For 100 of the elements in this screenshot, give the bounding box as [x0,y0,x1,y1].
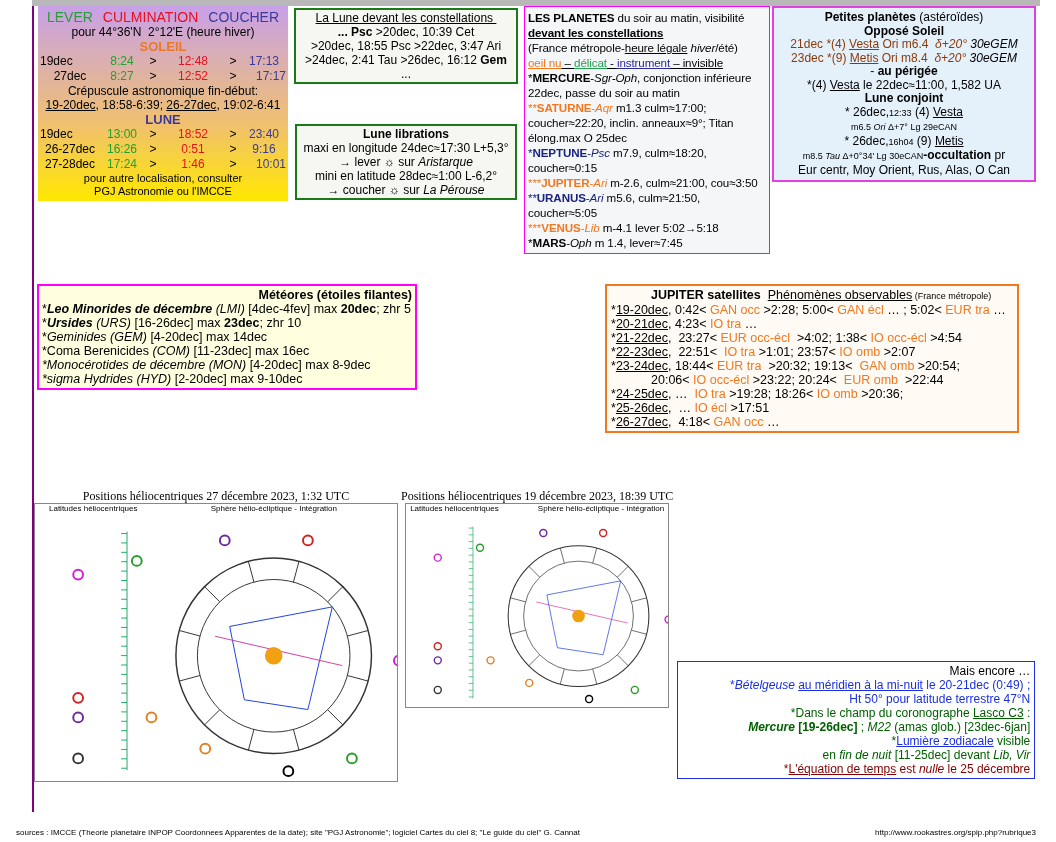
meteor-line: *Leo Minorides de décembre (LMI) [4dec-4fev] max 20dec; zhr 5 [42,302,412,316]
info-line: Lune librations [362,127,450,141]
panel-label: Latitudes héliocentriques [49,504,138,514]
info-line: >20dec, 18:55 Psc >22dec, 3:47 Ari [309,39,503,53]
event-line: 20:06< IO occ-écl >23:22; 20:24< EUR omb >22:44 [650,373,945,387]
time-cell-text: > [148,69,158,84]
event-line: JUPITER satellites Phénomènes observables (France métropole) [650,288,993,303]
time-cell-text: 26-27dec [43,142,96,157]
time-cell-text: 17:24 [106,157,138,172]
info-line: * 26dec,12:33 (4) Vesta [844,105,964,120]
time-cell-text: > [148,142,158,157]
event-line: *25-26dec, … IO écl >17:51 [611,401,771,415]
info-line: m6.5 Ori Δ+7° Lg 29eCAN [850,121,958,134]
time-cell-text: 12:48 [177,54,209,69]
time-cell-text: 8:27 [109,69,135,84]
time-cell-text: > [228,157,238,172]
time-cell-text: 13:00 [106,127,138,142]
time-cell-text: 12:52 [177,69,209,84]
sources-text: sources : IMCCE (Theorie planetaire INPOP Coordonnees Apparentes de la date); site "PGJ Astronomie"; logiciel Cartes du ciel 8; "Le guide du ciel" G. Cannat [16,828,580,837]
twilight-times: 19-20dec, 18:58-6:39; 26-27dec, 19:02-6:41 [44,98,282,112]
time-cell-text: 17:17 [254,69,286,84]
location-text: pour 44°36'N 2°12'E (heure hiver) [70,25,256,39]
event-line: *22-23dec, 22:51< IO tra >1:01; 23:57< IO omb >2:07 [611,345,917,359]
time-cell-text: 0:51 [180,142,206,157]
column-header: COUCHER [208,9,280,25]
info-line: La Lune devant les constellations [314,11,495,25]
meteor-line: *sigma Hydrides (HYD) [2-20dec] max 9-10dec [42,372,304,386]
info-line: 23dec *(9) Metis Ori m8.4 δ+20° 30eGEM [790,51,1018,65]
time-cell-text: 19dec [40,54,74,69]
panel-label: Latitudes héliocentriques [410,504,499,514]
section-title: SOLEIL [138,39,188,54]
time-cell-text: 27-28dec [43,157,96,172]
column-header: LEVER [46,9,93,25]
info-line: *(4) Vesta le 22dec≈11:00, 1,582 UA [806,78,1002,92]
info-line: - au périgée [869,65,939,79]
info-line: ... Psc >20dec, 10:39 Cet [336,25,476,39]
column-header: CULMINATION [102,9,199,25]
planet-line: *MARS-Oph m 1.4, lever≈7:45 [528,235,684,250]
time-cell-text: 8:24 [109,54,135,69]
time-cell-text: > [228,69,238,84]
info-line: 21dec *(4) Vesta Ori m6.4 δ+20° 30eGEM [789,38,1019,52]
info-line: >24dec, 2:41 Tau >26dec, 16:12 Gem ... [304,53,508,81]
time-cell-text: > [228,127,238,142]
info-line: Eur centr, Moy Orient, Rus, Alas, O Can [796,163,1012,177]
info-line: * 26dec,16h04 (9) Metis [843,134,965,149]
note-line: Ht 50° pour latitude terrestre 47°N [848,692,1031,706]
panel-title: Météores (étoiles filantes) [257,288,412,302]
time-cell-text: > [228,54,238,69]
time-cell-text: > [148,54,158,69]
note-text: pour autre localisation, consulter [82,172,244,185]
note-line: *Dans le champ du coronographe Lasco C3 : [789,706,1031,720]
planet-line: devant les constellations [528,25,665,40]
time-cell-text: 10:01 [254,157,286,172]
event-line: *21-22dec, 23:27< EUR occ-écl >4:02; 1:38< IO occ-écl >4:54 [611,331,963,345]
time-cell-text: 19dec [40,127,74,142]
meteor-line: *Coma Berenicides (COM) [11-23dec] max 16ec [42,344,311,358]
section-title: LUNE [144,112,182,127]
info-line: Lune conjoint [863,92,945,106]
chart-title: Positions héliocentriques 19 décembre 2023, 18:39 UTC [401,489,674,503]
time-cell-text: 17:13 [248,54,280,69]
info-line: maxi en longitude 24dec≈17:30 L+5,3° [302,141,510,155]
info-line: Petites planètes (astéroïdes) [823,11,985,25]
event-line: *20-21dec, 4:23< IO tra … [611,317,759,331]
note-line: Mercure [19-26dec] ; M22 (amas glob.) [23dec-6jan] [747,720,1031,734]
planet-line: ***JUPITER-Ari m-2.6, culm≈21:00, cou≈3:50 [528,175,759,190]
meteor-line: *Geminides (GEM) [4-20dec] max 14dec [42,330,269,344]
twilight-label: Crépuscule astronomique fin-début: [66,84,260,98]
chart-title: Positions héliocentriques 27 décembre 2023, 1:32 UTC [82,489,350,503]
panel-label: Sphère hélio-écliptique - Intégration [537,504,665,514]
time-cell-text: 23:40 [248,127,280,142]
time-cell-text: > [148,157,158,172]
info-line: → lever ☼ sur Aristarque [338,155,474,169]
url-text: http://www.rookastres.org/spip.php?rubrique3 [875,828,1036,837]
planet-line: ***VENUS-Lib m-4.1 lever 5:02→5:18 [528,220,720,235]
planet-line: (France métropole-heure légale hiver/été) [528,40,739,55]
event-line: *26-27dec, 4:18< GAN occ … [611,415,781,429]
panel-title: Mais encore … [948,664,1031,678]
time-cell-text: > [228,142,238,157]
time-cell-text: 18:52 [177,127,209,142]
time-cell-text: 27dec [52,69,88,84]
info-line: Opposé Soleil [863,24,944,38]
planet-line: LES PLANETES du soir au matin, visibilité [528,10,746,25]
event-line: *19-20dec, 0:42< GAN occ >2:28; 5:00< GAN écl … ; 5:02< EUR tra … [611,303,1007,317]
time-cell-text: > [148,127,158,142]
meteor-line: *Monocérotides de décembre (MON) [4-20dec] max 8-9dec [42,358,372,372]
meteor-line: *Ursides (URS) [16-26dec] max 23dec; zhr 10 [42,316,303,330]
note-line: *L'équation de temps est nulle le 25 décembre [782,762,1031,776]
note-line: en fin de nuit [11-25dec] devant Lib, Vir [821,748,1031,762]
info-line: mini en latitude 28dec≈1:00 L-6,2° [313,169,499,183]
event-line: *24-25dec, … IO tra >19:28; 18:26< IO omb >20:36; [611,387,905,401]
note-line: *Bételgeuse au méridien à la mi-nuit le 20-21dec (0:49) ; [729,678,1031,692]
time-cell-text: 16:26 [106,142,138,157]
info-line: → coucher ☼ sur La Pérouse [326,183,486,197]
planet-line: oeil nu – délicat - instrument – invisible [528,55,724,70]
panel-label: Sphère hélio-écliptique - Intégration [210,504,337,514]
note-text: PGJ Astronomie ou l'IMCCE [93,185,233,198]
event-line: *23-24dec, 18:44< EUR tra >20:32; 19:13< GAN omb >20:54; [611,359,961,373]
info-line: m8.5 Tau Δ+0°34' Lg 30eCAN-occultation pr [801,149,1007,164]
time-cell-text: 1:46 [180,157,206,172]
note-line: *Lumière zodiacale visible [890,734,1031,748]
